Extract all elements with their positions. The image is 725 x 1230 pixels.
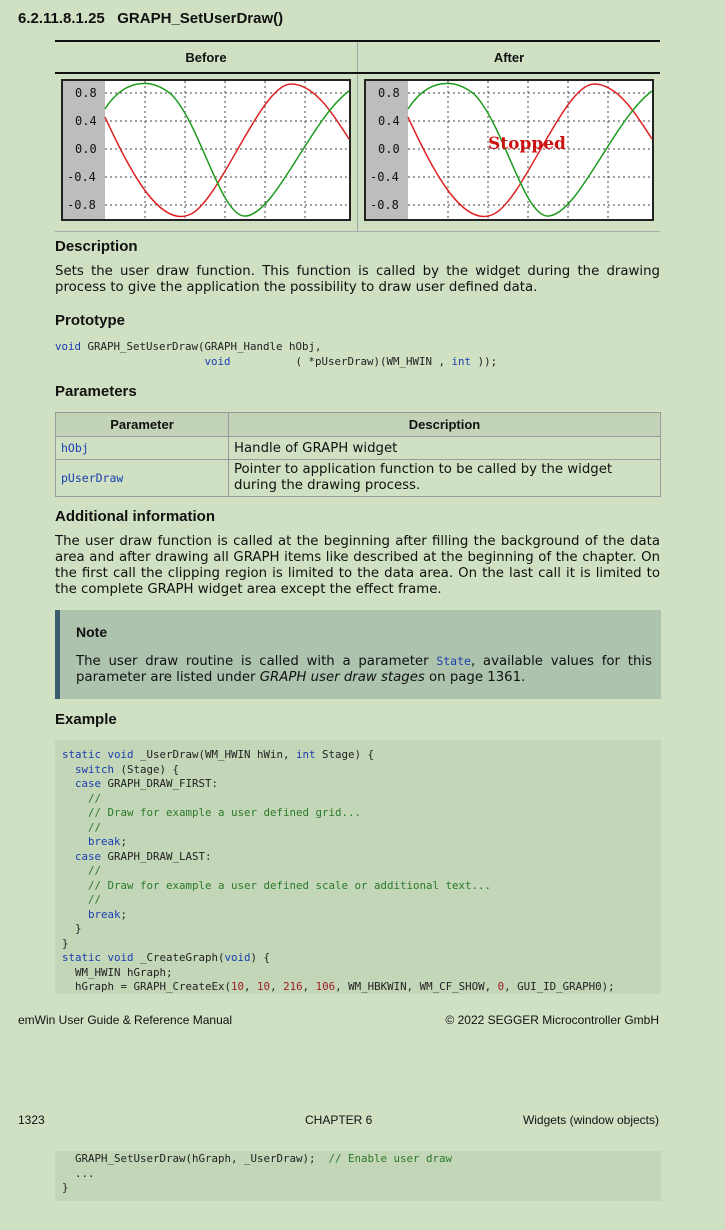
after-graph-image: 0.8 0.4 0.0 -0.4 -0.8 Stopped (364, 79, 654, 221)
before-cell: 0.8 0.4 0.0 -0.4 -0.8 (55, 73, 358, 232)
param-desc: Handle of GRAPH widget (228, 436, 661, 460)
code-text: ( *pUserDraw)(WM_HWIN , (230, 354, 452, 368)
note-title: Note (76, 624, 108, 640)
parameters-table: Parameter Description hObj Handle of GRA… (55, 412, 661, 497)
svg-text:0.8: 0.8 (75, 86, 97, 100)
chapter-label: CHAPTER 6 (305, 1113, 373, 1127)
code-text: GRAPH_SetUserDraw(GRAPH_Handle hObj, (81, 340, 322, 353)
chapter-title: Widgets (window objects) (522, 1113, 659, 1127)
code-keyword: void (204, 354, 231, 368)
stopped-label: Stopped (488, 134, 566, 154)
additional-text: The user draw function is called at the … (55, 534, 660, 597)
desc-col-header: Description (228, 412, 661, 437)
svg-text:-0.4: -0.4 (370, 170, 399, 184)
page-number: 1323 (18, 1113, 45, 1127)
example-code: static void _UserDraw(WM_HWIN hWin, int … (62, 748, 615, 993)
description-heading: Description (55, 238, 138, 255)
svg-text:0.0: 0.0 (75, 142, 97, 156)
note-text-part: on page 1361. (424, 670, 526, 685)
after-header: After (357, 40, 660, 74)
note-text: The user draw routine is called with a p… (76, 653, 652, 686)
example-heading: Example (55, 711, 117, 728)
note-box: Note The user draw routine is called wit… (55, 610, 661, 699)
svg-text:-0.8: -0.8 (67, 198, 96, 212)
param-col-header: Parameter (55, 412, 229, 437)
param-name: pUserDraw (55, 459, 229, 497)
table-row: hObj Handle of GRAPH widget (55, 436, 661, 460)
parameters-heading: Parameters (55, 383, 137, 400)
additional-heading: Additional information (55, 508, 215, 525)
section-title: 6.2.11.8.1.25 GRAPH_SetUserDraw() (18, 10, 283, 27)
footer-right: © 2022 SEGGER Microcontroller GmbH (445, 1013, 659, 1027)
code-keyword: void (55, 340, 82, 353)
svg-text:-0.8: -0.8 (370, 198, 399, 212)
before-graph-image: 0.8 0.4 0.0 -0.4 -0.8 (61, 79, 351, 221)
figure-table: Before After 0.8 0.4 0.0 -0.4 -0.8 0.8 0… (55, 40, 660, 232)
description-text: Sets the user draw function. This functi… (55, 264, 660, 295)
code-keyword: int (451, 354, 472, 368)
footer-left: emWin User Guide & Reference Manual (18, 1013, 233, 1027)
param-desc: Pointer to application function to be ca… (228, 459, 661, 497)
note-text-part: The user draw routine is called with a p… (76, 654, 437, 669)
svg-text:-0.4: -0.4 (67, 170, 96, 184)
example-code-box: static void _UserDraw(WM_HWIN hWin, int … (55, 740, 661, 994)
before-header: Before (55, 40, 358, 74)
example-code-continued: GRAPH_SetUserDraw(hGraph, _UserDraw); //… (62, 1152, 453, 1194)
section-name: GRAPH_SetUserDraw() (117, 10, 284, 27)
page-gap (0, 1060, 725, 1072)
prototype-heading: Prototype (55, 312, 126, 329)
note-link[interactable]: GRAPH user draw stages (260, 670, 425, 685)
param-name: hObj (55, 436, 229, 460)
section-number: 6.2.11.8.1.25 (18, 10, 105, 27)
after-cell: 0.8 0.4 0.0 -0.4 -0.8 Stopped (357, 73, 660, 232)
svg-text:0.8: 0.8 (378, 86, 400, 100)
note-code: State (436, 654, 471, 668)
svg-text:0.4: 0.4 (75, 114, 97, 128)
code-text: )); (471, 354, 498, 368)
svg-text:0.0: 0.0 (378, 142, 400, 156)
example-code-box-continued: GRAPH_SetUserDraw(hGraph, _UserDraw); //… (55, 1151, 661, 1201)
svg-text:0.4: 0.4 (378, 114, 400, 128)
prototype-code: void GRAPH_SetUserDraw(GRAPH_Handle hObj… (55, 340, 497, 369)
table-row: pUserDraw Pointer to application functio… (55, 459, 661, 497)
